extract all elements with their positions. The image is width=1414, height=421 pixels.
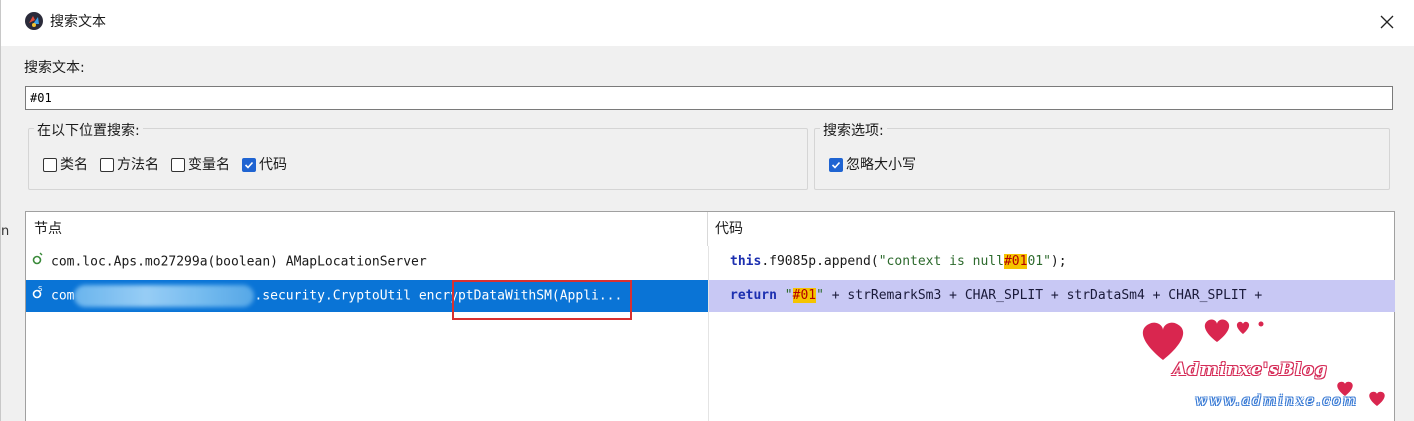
method-name-checkbox[interactable]: 方法名: [100, 156, 159, 174]
close-icon: [1380, 15, 1394, 29]
method-icon: [32, 246, 44, 278]
result-code-cell: return "#01" + strRemarkSm3 + CHAR_SPLIT…: [709, 280, 1395, 312]
result-node-text: com.loc.Aps.mo27299a(boolean) AMapLocati…: [51, 254, 427, 270]
redacted-package-blur: [74, 285, 255, 307]
search-scope-title: 在以下位置搜索:: [34, 121, 143, 141]
variable-name-checkbox[interactable]: 变量名: [171, 156, 230, 174]
search-options-title: 搜索选项:: [820, 121, 887, 141]
checkbox-checked-icon: [242, 158, 256, 172]
close-button[interactable]: [1367, 6, 1407, 38]
ignore-case-checkbox[interactable]: 忽略大小写: [829, 156, 916, 174]
app-icon: [24, 11, 44, 31]
search-options-group: 搜索选项: 忽略大小写: [814, 121, 1390, 190]
match-highlight: #01: [1003, 254, 1028, 269]
checkbox-unchecked-icon: [171, 158, 185, 172]
class-name-checkbox[interactable]: 类名: [43, 156, 88, 174]
table-row[interactable]: com.loc.Aps.mo27299a(boolean) AMapLocati…: [26, 246, 1395, 278]
match-highlight: #01: [792, 288, 817, 303]
code-checkbox[interactable]: 代码: [242, 156, 287, 174]
static-method-icon: S: [32, 280, 44, 312]
column-header-node[interactable]: 节点: [26, 212, 708, 246]
watermark-name: Adminxe'sBlog: [1173, 360, 1328, 380]
window-title: 搜索文本: [50, 14, 106, 30]
result-node-text: .security.CryptoUtil encryptDataWithSM(A…: [254, 288, 623, 304]
checkbox-unchecked-icon: [43, 158, 57, 172]
table-row-selected[interactable]: S com .security.CryptoUtil encryptDataWit…: [26, 280, 1395, 312]
search-text-label: 搜索文本:: [24, 60, 85, 76]
svg-text:S: S: [38, 285, 43, 293]
checkbox-checked-icon: [829, 158, 843, 172]
result-node-prefix: com: [51, 288, 75, 304]
result-code-cell: this.f9085p.append("context is null#0101…: [730, 254, 1067, 269]
column-header-code[interactable]: 代码: [709, 212, 1395, 246]
watermark-url: www.adminxe.com: [1195, 393, 1358, 409]
checkbox-unchecked-icon: [100, 158, 114, 172]
side-text: n: [1, 224, 10, 239]
results-table: 节点 代码 com.loc.Aps.mo27299a(boolean) AMap…: [25, 211, 1395, 421]
search-input[interactable]: [25, 86, 1393, 110]
search-scope-group: 在以下位置搜索: 类名 方法名 变量名 代码: [28, 121, 808, 190]
title-bar: 搜索文本: [1, 0, 1414, 46]
search-text-dialog: 搜索文本 搜索文本: 在以下位置搜索: 类名 方法名 变量名: [0, 0, 1414, 421]
